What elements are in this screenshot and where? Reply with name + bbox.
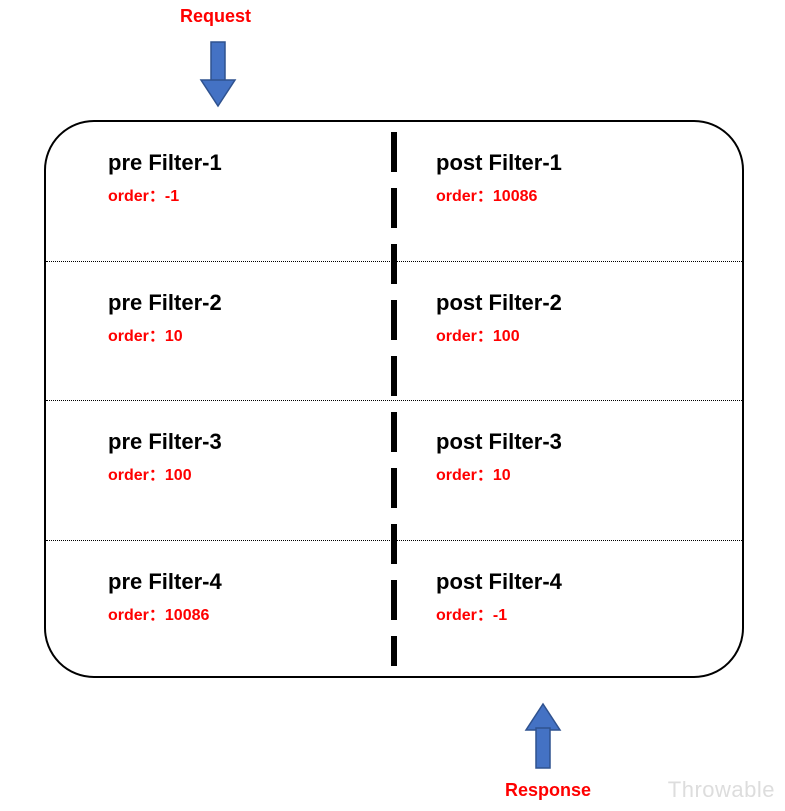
post-filter-order: order：10086: [436, 182, 742, 206]
filter-row: pre Filter-2 order：10 post Filter-2 orde…: [46, 262, 742, 402]
pre-filter-name: pre Filter-4: [108, 569, 394, 595]
pre-filter-order: order：-1: [108, 182, 394, 206]
watermark: Throwable: [668, 777, 775, 803]
post-filter-name: post Filter-1: [436, 150, 742, 176]
pre-filter-cell: pre Filter-3 order：100: [46, 401, 394, 540]
request-label: Request: [180, 6, 251, 27]
pre-filter-name: pre Filter-3: [108, 429, 394, 455]
pre-filter-cell: pre Filter-1 order：-1: [46, 122, 394, 261]
pre-filter-order: order：100: [108, 461, 394, 485]
post-filter-cell: post Filter-1 order：10086: [394, 122, 742, 261]
pre-filter-order: order：10: [108, 322, 394, 346]
post-filter-cell: post Filter-2 order：100: [394, 262, 742, 401]
post-filter-order: order：100: [436, 322, 742, 346]
arrow-down-icon: [198, 40, 238, 110]
post-filter-name: post Filter-2: [436, 290, 742, 316]
pre-filter-name: pre Filter-1: [108, 150, 394, 176]
post-filter-order: order：-1: [436, 601, 742, 625]
filter-container: pre Filter-1 order：-1 post Filter-1 orde…: [44, 120, 744, 678]
post-filter-name: post Filter-4: [436, 569, 742, 595]
pre-filter-order: order：10086: [108, 601, 394, 625]
filter-row: pre Filter-1 order：-1 post Filter-1 orde…: [46, 122, 742, 262]
pre-filter-name: pre Filter-2: [108, 290, 394, 316]
filter-row: pre Filter-3 order：100 post Filter-3 ord…: [46, 401, 742, 541]
arrow-up-icon: [523, 700, 563, 770]
post-filter-cell: post Filter-3 order：10: [394, 401, 742, 540]
post-filter-name: post Filter-3: [436, 429, 742, 455]
response-label: Response: [505, 780, 591, 801]
pre-filter-cell: pre Filter-2 order：10: [46, 262, 394, 401]
pre-filter-cell: pre Filter-4 order：10086: [46, 541, 394, 679]
post-filter-cell: post Filter-4 order：-1: [394, 541, 742, 679]
post-filter-order: order：10: [436, 461, 742, 485]
filter-row: pre Filter-4 order：10086 post Filter-4 o…: [46, 541, 742, 679]
